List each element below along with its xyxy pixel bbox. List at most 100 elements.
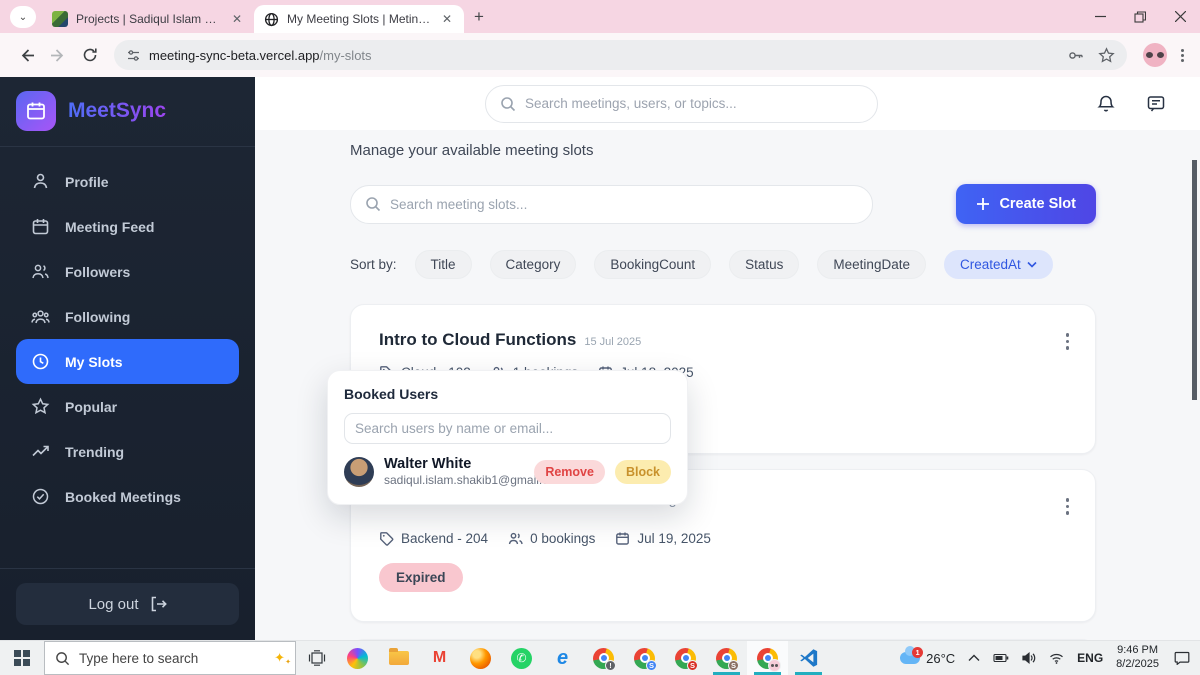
create-slot-button[interactable]: Create Slot (956, 184, 1096, 224)
action-center-icon[interactable] (1174, 651, 1190, 665)
sidebar-item-meeting-feed[interactable]: Meeting Feed (0, 204, 255, 249)
tray-expand-chevron-icon[interactable] (968, 654, 980, 662)
brand[interactable]: MeetSync (0, 77, 255, 146)
bookmark-star-icon[interactable] (1098, 47, 1115, 64)
slot-menu-button[interactable] (1062, 494, 1074, 519)
brand-name: MeetSync (68, 99, 166, 123)
logout-button[interactable]: Log out (16, 583, 239, 625)
browser-tab-my-meeting-slots[interactable]: My Meeting Slots | MetingSync ✕ (254, 5, 464, 33)
taskbar-app-firefox[interactable] (460, 641, 501, 675)
taskbar-app-copilot[interactable] (337, 641, 378, 675)
page-scrollbar-thumb[interactable] (1192, 160, 1197, 400)
reload-button[interactable] (76, 41, 104, 69)
taskbar-app-vscode[interactable] (788, 641, 829, 675)
window-close-button[interactable] (1160, 0, 1200, 33)
weather-widget[interactable]: 1 26°C (900, 651, 955, 666)
slot-search[interactable] (350, 185, 873, 224)
sidebar-item-profile[interactable]: Profile (0, 159, 255, 204)
wifi-icon[interactable] (1049, 653, 1064, 664)
notifications-bell-icon[interactable] (1096, 94, 1116, 114)
user-avatar (344, 457, 374, 487)
new-tab-button[interactable]: + (474, 7, 484, 27)
task-view-button[interactable] (296, 641, 337, 675)
booked-users-search-input[interactable] (355, 421, 660, 436)
sort-chip-bookingcount[interactable]: BookingCount (594, 250, 711, 279)
sort-chip-category[interactable]: Category (490, 250, 577, 279)
sidebar-item-followers[interactable]: Followers (0, 249, 255, 294)
taskbar-app-chrome-4[interactable]: S (706, 641, 747, 675)
speaker-icon[interactable] (1022, 652, 1036, 664)
browser-tab-projects[interactable]: Projects | Sadiqul Islam Shakib ✕ (42, 5, 254, 33)
taskbar-app-internet-explorer[interactable]: e (542, 641, 583, 675)
start-button[interactable] (0, 641, 44, 675)
slot-category: Backend - 204 (379, 531, 488, 546)
remove-user-button[interactable]: Remove (534, 460, 605, 484)
meetsync-logo-icon (16, 91, 56, 131)
password-key-icon[interactable] (1067, 47, 1084, 64)
sort-chip-createdat[interactable]: CreatedAt (944, 250, 1053, 279)
taskbar-app-file-explorer[interactable] (378, 641, 419, 675)
window-minimize-button[interactable] (1080, 0, 1120, 33)
booked-user-row: Walter White sadiqul.islam.shakib1@gmail… (344, 455, 671, 488)
sort-chip-title[interactable]: Title (415, 250, 472, 279)
search-icon (500, 96, 516, 112)
tray-time: 9:46 PM (1116, 644, 1159, 658)
my-slots-content: Manage your available meeting slots Crea… (255, 130, 1200, 640)
browser-profile-avatar[interactable] (1143, 43, 1167, 67)
taskbar-app-whatsapp[interactable]: ✆ (501, 641, 542, 675)
tab-title: My Meeting Slots | MetingSync (287, 12, 432, 26)
bing-ai-sparkle-icon: ✦ (274, 650, 285, 666)
taskbar-app-chrome-2[interactable]: S (624, 641, 665, 675)
tab-close-icon[interactable]: ✕ (440, 12, 454, 26)
messages-icon[interactable] (1146, 94, 1166, 114)
forward-button[interactable] (44, 41, 72, 69)
main-area: Manage your available meeting slots Crea… (255, 77, 1200, 640)
sidebar-item-label: Trending (65, 444, 124, 460)
taskbar-app-chrome-1[interactable]: ! (583, 641, 624, 675)
block-user-button[interactable]: Block (615, 460, 671, 484)
booked-users-search[interactable] (344, 413, 671, 444)
windows-logo-icon (14, 650, 30, 666)
slot-created-date: 15 Jul 2025 (584, 336, 641, 348)
global-search[interactable] (485, 85, 878, 123)
language-indicator[interactable]: ENG (1077, 651, 1103, 665)
system-tray: 1 26°C ENG 9:46 PM 8/2/2025 (900, 641, 1200, 675)
global-search-input[interactable] (525, 96, 863, 111)
sidebar-item-trending[interactable]: Trending (0, 429, 255, 474)
clock-widget[interactable]: 9:46 PM 8/2/2025 (1116, 644, 1159, 672)
firefox-icon (470, 648, 491, 669)
sidebar-item-my-slots[interactable]: My Slots (16, 339, 239, 384)
profile-badge: S (728, 660, 739, 671)
plus-icon (976, 197, 990, 211)
slot-search-input[interactable] (390, 197, 858, 212)
gmail-icon: M (433, 649, 446, 667)
sidebar-item-label: Meeting Feed (65, 219, 154, 235)
sidebar-item-booked-meetings[interactable]: Booked Meetings (0, 474, 255, 519)
tab-close-icon[interactable]: ✕ (230, 12, 244, 26)
chrome-icon: S (675, 648, 696, 669)
browser-titlebar: ⌄ Projects | Sadiqul Islam Shakib ✕ My M… (0, 0, 1200, 33)
window-restore-button[interactable] (1120, 0, 1160, 33)
sidebar: MeetSync Profile Meeting Feed Followers (0, 77, 255, 640)
taskbar-app-gmail[interactable]: M (419, 641, 460, 675)
taskbar-app-chrome-3[interactable]: S (665, 641, 706, 675)
browser-menu-button[interactable] (1177, 45, 1188, 66)
sidebar-item-following[interactable]: Following (0, 294, 255, 339)
sidebar-item-popular[interactable]: Popular (0, 384, 255, 429)
clock-icon (31, 352, 50, 371)
calendar-icon (31, 217, 50, 236)
site-settings-icon[interactable] (126, 48, 141, 63)
sort-chip-meetingdate[interactable]: MeetingDate (817, 250, 926, 279)
tab-search-button[interactable]: ⌄ (10, 6, 36, 28)
back-button[interactable] (12, 41, 40, 69)
internet-explorer-icon: e (557, 647, 568, 670)
trending-up-icon (31, 442, 50, 461)
slot-menu-button[interactable] (1062, 329, 1074, 354)
sidebar-item-label: Profile (65, 174, 109, 190)
taskbar-search[interactable]: Type here to search ✦ (44, 641, 296, 675)
logout-icon (149, 595, 167, 613)
url-bar[interactable]: meeting-sync-beta.vercel.app/my-slots (114, 40, 1127, 70)
taskbar-app-chrome-5-active[interactable] (747, 641, 788, 675)
sort-chip-status[interactable]: Status (729, 250, 799, 279)
battery-icon[interactable] (993, 653, 1009, 663)
